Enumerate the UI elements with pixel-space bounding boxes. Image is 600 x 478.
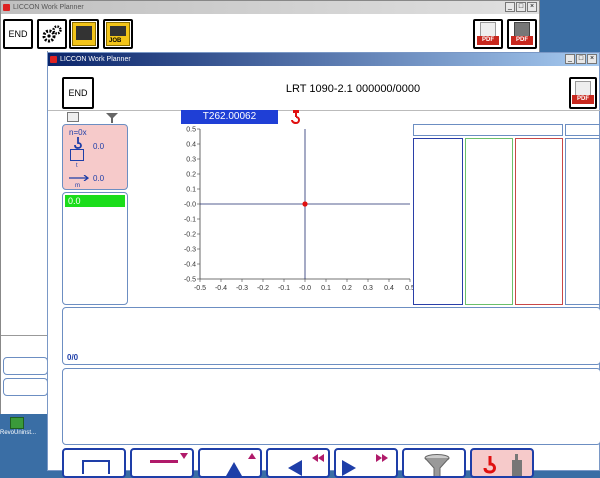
list-view-button[interactable] bbox=[62, 448, 126, 478]
green-value[interactable]: 0.0 bbox=[65, 195, 125, 207]
inner-pdf-icon: PDF bbox=[572, 81, 594, 105]
outer-left-field-1 bbox=[3, 357, 48, 375]
x-tick-label: -0.2 bbox=[257, 285, 269, 292]
y-tick-label: 0.3 bbox=[186, 157, 196, 164]
x-tick-label: -0.0 bbox=[299, 285, 311, 292]
move-up-button[interactable] bbox=[198, 448, 262, 478]
crane-hook-icon bbox=[291, 110, 300, 124]
inner-maximize-button[interactable]: □ bbox=[576, 54, 586, 64]
outer-end-button[interactable]: END bbox=[3, 19, 33, 49]
crane-mode-icon bbox=[483, 454, 522, 476]
crane-mode-button[interactable] bbox=[470, 448, 534, 478]
move-left-icon bbox=[288, 460, 302, 476]
inner-minimize-button[interactable]: _ bbox=[565, 54, 575, 64]
x-tick-label: 0.4 bbox=[384, 285, 394, 292]
desktop-shortcut-label[interactable]: RevoUninst... bbox=[0, 430, 36, 436]
y-tick-label: -0.2 bbox=[184, 232, 196, 239]
hook-value: 0.0 bbox=[93, 142, 105, 151]
job-icon: JOB bbox=[106, 22, 130, 46]
y-tick-label: -0.3 bbox=[184, 247, 196, 254]
radius-value: 0.0 bbox=[93, 174, 105, 183]
y-tick-label: -0.4 bbox=[184, 262, 196, 269]
load-column-1 bbox=[413, 138, 463, 305]
crane-title: LRT 1090-2.1 000000/0000 bbox=[285, 83, 421, 95]
list-view-icon bbox=[82, 460, 110, 474]
refresh-icon[interactable] bbox=[67, 112, 79, 122]
radius-unit: m bbox=[75, 183, 80, 189]
y-tick-label: 0.2 bbox=[186, 172, 196, 179]
value-list-panel: 0.0 bbox=[62, 192, 128, 305]
move-up-icon bbox=[226, 462, 242, 476]
x-tick-label: 0.1 bbox=[321, 285, 331, 292]
y-tick-label: 0.5 bbox=[186, 127, 196, 134]
move-down-button[interactable] bbox=[130, 448, 194, 478]
move-right-button[interactable] bbox=[334, 448, 398, 478]
funnel-icon bbox=[424, 454, 450, 476]
position-chart: 0.50.40.30.20.1-0.0-0.1-0.2-0.3-0.4-0.5-… bbox=[184, 127, 414, 293]
load-column-3 bbox=[515, 138, 563, 305]
inner-titlebar: LICCON Work Planner _ □ × bbox=[48, 53, 599, 66]
crane-config-button[interactable] bbox=[69, 19, 99, 49]
load-table-header bbox=[413, 124, 563, 136]
uninstaller-icon[interactable] bbox=[10, 417, 24, 429]
crane-config-icon bbox=[72, 22, 96, 46]
outer-pdf-button-1[interactable]: PDF bbox=[473, 19, 503, 49]
x-tick-label: 0.3 bbox=[363, 285, 373, 292]
gears-icon bbox=[42, 25, 62, 43]
load-column-2 bbox=[465, 138, 513, 305]
x-tick-label: -0.1 bbox=[278, 285, 290, 292]
close-button[interactable]: × bbox=[527, 2, 537, 12]
settings-button[interactable] bbox=[37, 19, 67, 49]
outer-titlebar: LICCON Work Planner _ □ × bbox=[1, 1, 539, 14]
x-tick-label: -0.3 bbox=[236, 285, 248, 292]
job-label: JOB bbox=[109, 38, 122, 44]
y-tick-label: 0.4 bbox=[186, 142, 196, 149]
outer-end-label: END bbox=[8, 29, 28, 39]
minimize-button[interactable]: _ bbox=[505, 2, 515, 12]
page-counter: 0/0 bbox=[67, 353, 79, 362]
weight-icon bbox=[70, 149, 84, 161]
hook-icon bbox=[74, 137, 82, 149]
outer-window-title: LICCON Work Planner bbox=[13, 4, 84, 11]
y-tick-label: -0.1 bbox=[184, 217, 196, 224]
outer-left-panel bbox=[1, 51, 48, 336]
y-tick-label: 0.1 bbox=[186, 187, 196, 194]
x-tick-label: -0.5 bbox=[194, 285, 206, 292]
app-icon bbox=[3, 4, 10, 11]
move-left-button[interactable] bbox=[266, 448, 330, 478]
inner-end-label: END bbox=[68, 88, 88, 98]
load-column-4 bbox=[565, 138, 600, 305]
pdf-book-icon: PDF bbox=[511, 22, 533, 46]
load-id-display: T262.00062 bbox=[181, 110, 278, 124]
inner-window: LICCON Work Planner _ □ × END LRT 1090-2… bbox=[47, 52, 600, 478]
x-tick-label: 0.2 bbox=[342, 285, 352, 292]
outer-pdf-button-2[interactable]: PDF bbox=[507, 19, 537, 49]
inner-window-title: LICCON Work Planner bbox=[60, 56, 131, 63]
inner-end-button[interactable]: END bbox=[62, 77, 94, 109]
radius-icon bbox=[69, 175, 89, 181]
move-down-icon bbox=[150, 460, 178, 463]
desktop-area: RevoUninst... bbox=[0, 414, 47, 471]
inner-close-button[interactable]: × bbox=[587, 54, 597, 64]
pdf-icon: PDF bbox=[477, 22, 499, 46]
data-point bbox=[302, 201, 308, 207]
message-panel bbox=[62, 368, 600, 445]
info-panel: 0/0 bbox=[62, 307, 600, 365]
x-tick-label: -0.4 bbox=[215, 285, 227, 292]
filter-load-button[interactable] bbox=[402, 448, 466, 478]
load-table-header-2 bbox=[565, 124, 600, 136]
move-right-icon bbox=[342, 460, 356, 476]
y-tick-label: -0.0 bbox=[184, 202, 196, 209]
reeving-label: n=0x bbox=[69, 128, 87, 137]
maximize-button[interactable]: □ bbox=[516, 2, 526, 12]
weight-unit: t bbox=[76, 163, 78, 169]
filter-icon[interactable] bbox=[106, 113, 118, 123]
load-status-panel: n=0x 0.0 t 0.0 m bbox=[62, 124, 128, 190]
outer-left-field-2 bbox=[3, 378, 48, 396]
header-separator bbox=[48, 110, 600, 111]
y-tick-label: -0.5 bbox=[184, 277, 196, 284]
inner-pdf-button[interactable]: PDF bbox=[569, 77, 597, 109]
job-button[interactable]: JOB bbox=[103, 19, 133, 49]
inner-app-icon bbox=[50, 56, 57, 63]
